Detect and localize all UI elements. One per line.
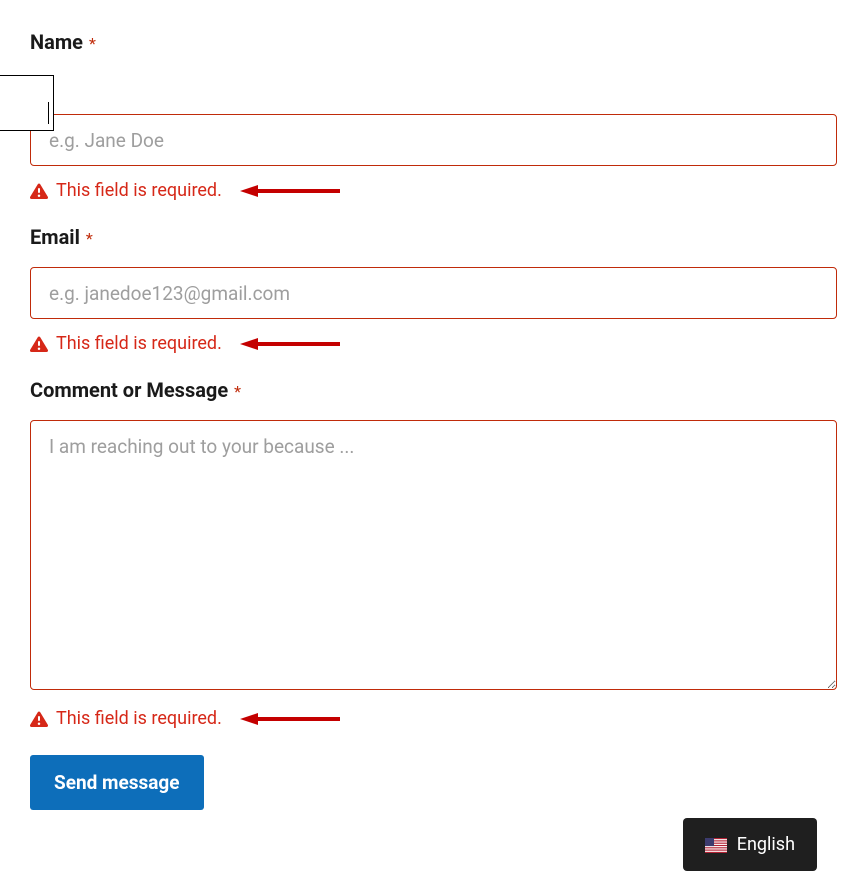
email-error-text: This field is required. [56, 333, 222, 354]
submit-row: Send message [30, 755, 837, 810]
email-error-row: This field is required. [30, 333, 837, 354]
message-field-group: Comment or Message * This field is requi… [30, 378, 837, 729]
send-message-button[interactable]: Send message [30, 755, 204, 810]
name-label: Name [30, 30, 83, 54]
required-asterisk: * [86, 231, 93, 247]
email-field-group: Email * This field is required. [30, 225, 837, 354]
language-label: English [737, 834, 795, 855]
warning-triangle-icon [30, 182, 48, 200]
stray-selection-box [0, 75, 54, 131]
name-field-group: Name * This field is required. [30, 30, 837, 201]
us-flag-icon [705, 837, 727, 852]
message-textarea[interactable] [30, 420, 837, 690]
name-error-row: This field is required. [30, 180, 837, 201]
required-asterisk: * [89, 36, 96, 52]
message-label: Comment or Message [30, 378, 228, 402]
arrow-annotation [240, 184, 340, 198]
message-label-row: Comment or Message * [30, 378, 837, 402]
language-switcher[interactable]: English [683, 818, 817, 871]
name-label-row: Name * [30, 30, 837, 54]
email-input[interactable] [30, 267, 837, 319]
arrow-annotation [240, 712, 340, 726]
warning-triangle-icon [30, 335, 48, 353]
arrow-annotation [240, 337, 340, 351]
name-error-text: This field is required. [56, 180, 222, 201]
name-input[interactable] [30, 114, 837, 166]
email-label-row: Email * [30, 225, 837, 249]
message-error-text: This field is required. [56, 708, 222, 729]
required-asterisk: * [234, 384, 241, 400]
text-caret [48, 102, 49, 124]
message-error-row: This field is required. [30, 708, 837, 729]
email-label: Email [30, 225, 80, 249]
warning-triangle-icon [30, 710, 48, 728]
